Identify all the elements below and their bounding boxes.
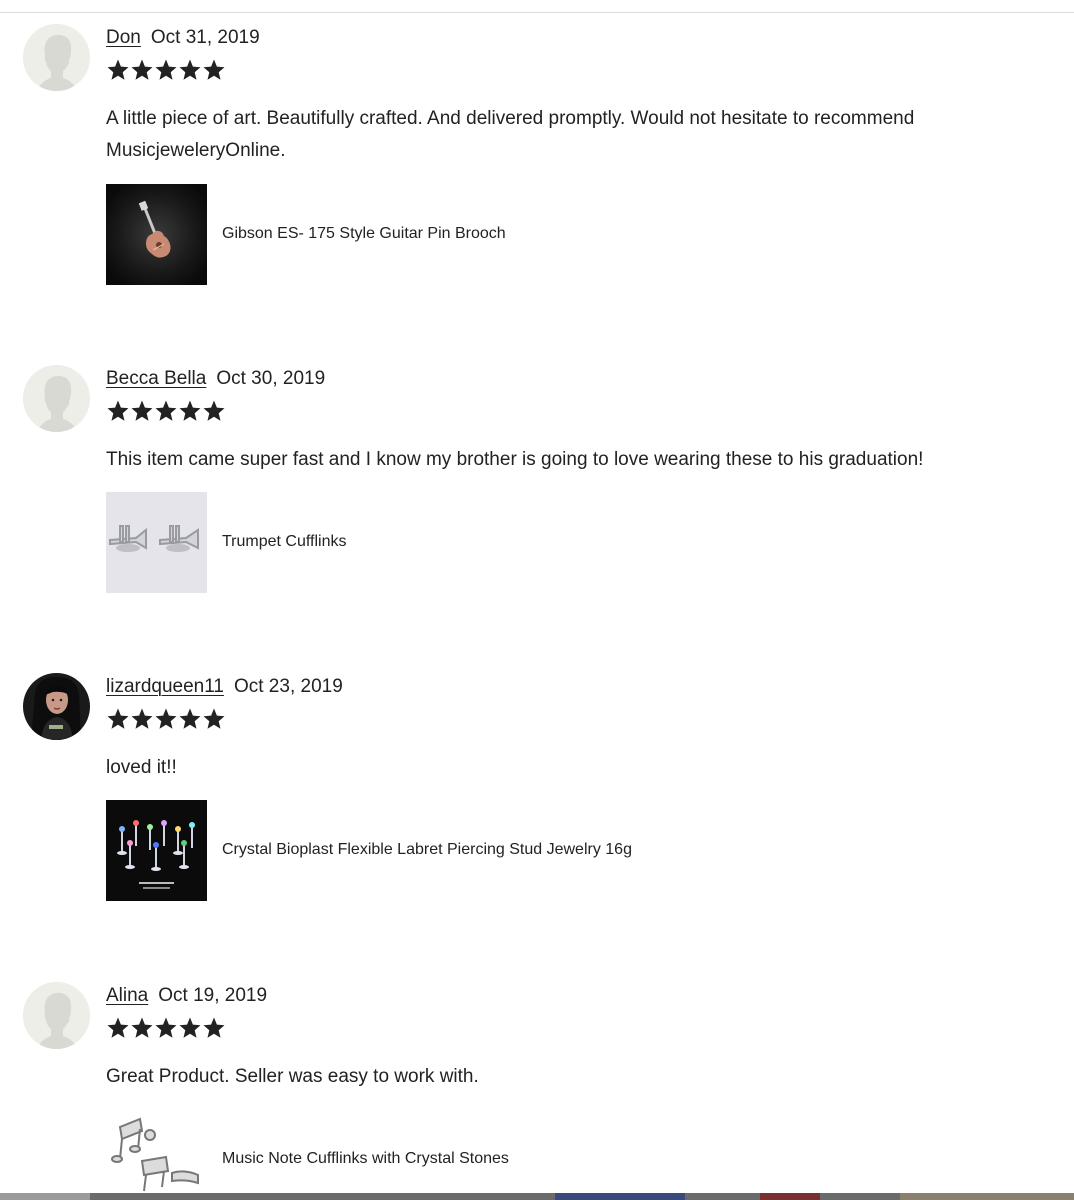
user-photo-avatar[interactable] [23, 673, 90, 740]
star-icon [130, 1016, 154, 1040]
star-icon [130, 58, 154, 82]
trumpet-cufflinks-thumbnail[interactable] [106, 492, 207, 593]
default-avatar-icon[interactable] [23, 24, 90, 91]
review-item: Becca Bella Oct 30, 2019 This item came s… [0, 365, 1074, 605]
review-meta: lizardqueen11 Oct 23, 2019 [106, 675, 343, 699]
star-icon [202, 58, 226, 82]
star-icon [178, 58, 202, 82]
star-icon [178, 399, 202, 423]
review-text: This item came super fast and I know my … [106, 449, 924, 470]
star-icon [154, 1016, 178, 1040]
star-icon [130, 399, 154, 423]
star-icon [202, 399, 226, 423]
review-item: Alina Oct 19, 2019 Great Product. Seller … [0, 982, 1074, 1193]
item-title[interactable]: Crystal Bioplast Flexible Labret Piercin… [222, 840, 632, 860]
reviewer-name-link[interactable]: Becca Bella [106, 368, 206, 389]
default-avatar-icon[interactable] [23, 365, 90, 432]
review-meta: Alina Oct 19, 2019 [106, 984, 267, 1008]
review-item: lizardqueen11 Oct 23, 2019 loved it!! Cr… [0, 673, 1074, 913]
star-icon [106, 399, 130, 423]
reviewer-name-link[interactable]: lizardqueen11 [106, 676, 224, 697]
review-date: Oct 23, 2019 [233, 676, 343, 697]
purchased-item-link[interactable]: Trumpet Cufflinks [106, 492, 806, 593]
review-text: Great Product. Seller was easy to work w… [106, 1066, 479, 1087]
top-divider [0, 12, 1074, 13]
purchased-item-link[interactable]: Crystal Bioplast Flexible Labret Piercin… [106, 800, 806, 901]
reviewer-name-link[interactable]: Don [106, 27, 141, 48]
star-icon [202, 707, 226, 731]
star-icon [178, 1016, 202, 1040]
star-icon [202, 1016, 226, 1040]
purchased-item-link[interactable]: Gibson ES- 175 Style Guitar Pin Brooch [106, 184, 806, 285]
star-icon [154, 707, 178, 731]
review-meta: Becca Bella Oct 30, 2019 [106, 367, 325, 391]
guitar-brooch-thumbnail[interactable] [106, 184, 207, 285]
bottom-edge-strip [0, 1193, 1074, 1200]
strip-segment [0, 1193, 90, 1200]
strip-segment [555, 1193, 685, 1200]
purchased-item-link[interactable]: Music Note Cufflinks with Crystal Stones [106, 1109, 806, 1200]
star-icon [106, 707, 130, 731]
star-rating [106, 707, 226, 733]
item-title[interactable]: Trumpet Cufflinks [222, 532, 346, 552]
item-title[interactable]: Music Note Cufflinks with Crystal Stones [222, 1149, 509, 1169]
review-date: Oct 19, 2019 [158, 985, 268, 1006]
review-text: A little piece of art. Beautifully craft… [106, 108, 915, 161]
review-item: Don Oct 31, 2019 A little piece of art. B… [0, 24, 1074, 294]
labret-studs-thumbnail[interactable] [106, 800, 207, 901]
star-icon [154, 58, 178, 82]
star-icon [178, 707, 202, 731]
review-date: Oct 30, 2019 [216, 368, 326, 389]
star-icon [154, 399, 178, 423]
star-rating [106, 58, 226, 84]
star-icon [106, 58, 130, 82]
star-icon [130, 707, 154, 731]
item-title[interactable]: Gibson ES- 175 Style Guitar Pin Brooch [222, 224, 506, 244]
review-meta: Don Oct 31, 2019 [106, 26, 260, 50]
strip-segment [760, 1193, 820, 1200]
review-date: Oct 31, 2019 [150, 27, 260, 48]
star-icon [106, 1016, 130, 1040]
star-rating [106, 399, 226, 425]
review-text: loved it!! [106, 757, 177, 778]
music-note-cufflinks-thumbnail[interactable] [106, 1109, 207, 1200]
strip-segment [900, 1193, 1074, 1200]
star-rating [106, 1016, 226, 1042]
default-avatar-icon[interactable] [23, 982, 90, 1049]
reviewer-name-link[interactable]: Alina [106, 985, 148, 1006]
